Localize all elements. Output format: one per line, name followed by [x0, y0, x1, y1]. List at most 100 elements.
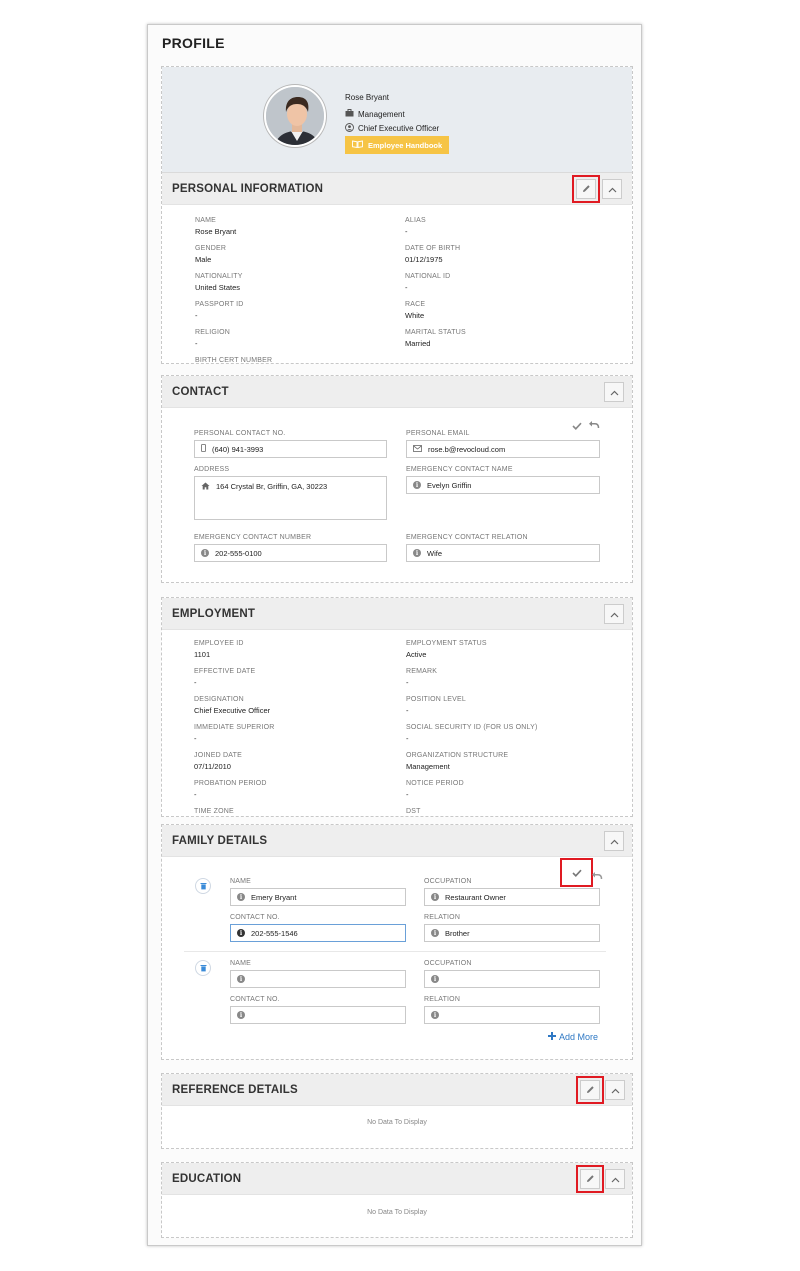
chevron-up-icon — [610, 383, 619, 401]
personal-collapse-button[interactable] — [602, 179, 622, 199]
employment-field-designation: DESIGNATION Chief Executive Officer — [194, 696, 271, 715]
book-icon — [352, 140, 363, 150]
emergency-name-input[interactable]: i Evelyn Griffin — [406, 476, 600, 494]
emergency-name-value: Evelyn Griffin — [427, 480, 472, 490]
family-member-2-contact-input[interactable]: i — [230, 1006, 406, 1024]
envelope-icon — [413, 444, 422, 454]
personal-field-marital: MARITAL STATUS Married — [405, 329, 466, 348]
family-member-2-occupation-label: OCCUPATION — [424, 960, 472, 967]
family-member-2-relation-input[interactable]: i — [424, 1006, 600, 1024]
info-icon: i — [431, 929, 439, 937]
employment-field-superior: IMMEDIATE SUPERIOR - — [194, 724, 275, 743]
contact-header: CONTACT — [162, 376, 632, 408]
employment-field-dst: DST — [406, 808, 421, 815]
family-save-button[interactable] — [560, 858, 593, 887]
employment-card: EMPLOYMENT EMPLOYEE ID 1101 EMPLOYMENT S… — [161, 597, 633, 817]
profile-designation-text: Chief Executive Officer — [358, 124, 440, 133]
employment-field-notice: NOTICE PERIOD - — [406, 780, 464, 799]
emergency-name-label: EMERGENCY CONTACT NAME — [406, 466, 513, 473]
reference-edit-button[interactable] — [576, 1076, 604, 1104]
family-member-1-contact-input[interactable]: i 202-555-1546 — [230, 924, 406, 942]
info-icon: i — [413, 481, 421, 489]
profile-department-text: Management — [358, 109, 405, 119]
family-member-2-delete-button[interactable] — [195, 960, 211, 976]
info-icon: i — [431, 1011, 439, 1019]
avatar — [264, 85, 326, 147]
personal-card: Rose Bryant Management Chief Executive O… — [161, 66, 633, 364]
emergency-relation-value: Wife — [427, 548, 442, 558]
family-member-1-contact-label: CONTACT NO. — [230, 914, 280, 921]
personal-email-input[interactable]: rose.b@revocloud.com — [406, 440, 600, 458]
education-header: EDUCATION — [162, 1163, 632, 1195]
plus-icon — [548, 1032, 556, 1042]
family-member-1-contact-value: 202-555-1546 — [251, 928, 298, 938]
education-edit-button[interactable] — [576, 1165, 604, 1193]
pencil-icon — [586, 1170, 595, 1188]
emergency-number-label: EMERGENCY CONTACT NUMBER — [194, 534, 312, 541]
personal-title: PERSONAL INFORMATION — [172, 182, 324, 195]
education-title: EDUCATION — [172, 1172, 242, 1185]
personal-field-gender: GENDER Male — [195, 245, 227, 264]
reference-collapse-button[interactable] — [605, 1080, 625, 1100]
user-circle-icon — [345, 123, 354, 134]
personal-contact-label: PERSONAL CONTACT NO. — [194, 430, 286, 437]
employment-collapse-button[interactable] — [604, 604, 624, 624]
family-member-2-name-label: NAME — [230, 960, 252, 967]
education-card: EDUCATION No Data To Display — [161, 1162, 633, 1238]
contact-save-icon[interactable] — [572, 417, 582, 435]
family-member-1-occupation-input[interactable]: i Restaurant Owner — [424, 888, 600, 906]
profile-department: Management — [345, 109, 405, 119]
emergency-number-value: 202-555-0100 — [215, 548, 262, 558]
home-icon — [201, 482, 210, 492]
profile-name: Rose Bryant — [345, 93, 390, 102]
info-icon: i — [237, 929, 245, 937]
family-member-1-name-label: NAME — [230, 878, 252, 885]
employment-field-status: EMPLOYMENT STATUS Active — [406, 640, 487, 659]
family-card: FAMILY DETAILS NAME i Emery Bryant OCCUP… — [161, 824, 633, 1060]
family-member-2-name-input[interactable]: i — [230, 970, 406, 988]
education-collapse-button[interactable] — [605, 1169, 625, 1189]
personal-field-race: RACE White — [405, 301, 426, 320]
family-member-1-relation-value: Brother — [445, 928, 470, 938]
reference-empty-message: No Data To Display — [367, 1119, 427, 1126]
personal-header: PERSONAL INFORMATION — [162, 173, 632, 205]
add-more-link[interactable]: Add More — [548, 1032, 598, 1042]
family-member-2-contact-label: CONTACT NO. — [230, 996, 280, 1003]
address-input[interactable]: 164 Crystal Br, Griffin, GA, 30223 — [194, 476, 387, 520]
employment-field-position-level: POSITION LEVEL - — [406, 696, 466, 715]
education-empty-message: No Data To Display — [367, 1209, 427, 1216]
contact-undo-icon[interactable] — [588, 416, 600, 434]
address-value: 164 Crystal Br, Griffin, GA, 30223 — [216, 482, 328, 491]
employment-title: EMPLOYMENT — [172, 607, 256, 620]
personal-field-name: NAME Rose Bryant — [195, 217, 237, 236]
personal-field-alias: ALIAS - — [405, 217, 426, 236]
personal-edit-button[interactable] — [572, 175, 600, 203]
reference-header: REFERENCE DETAILS — [162, 1074, 632, 1106]
family-undo-icon[interactable] — [591, 867, 603, 885]
contact-card: CONTACT PERSONAL CONTACT NO. (640) 941-3… — [161, 375, 633, 583]
reference-card: REFERENCE DETAILS No Data To Display — [161, 1073, 633, 1149]
family-collapse-button[interactable] — [604, 831, 624, 851]
profile-designation: Chief Executive Officer — [345, 123, 439, 134]
contact-collapse-button[interactable] — [604, 382, 624, 402]
family-member-1-delete-button[interactable] — [195, 878, 211, 894]
info-icon: i — [237, 893, 245, 901]
employee-handbook-button[interactable]: Employee Handbook — [345, 136, 450, 154]
pencil-icon — [582, 180, 591, 198]
emergency-number-input[interactable]: i 202-555-0100 — [194, 544, 387, 562]
add-more-label: Add More — [559, 1032, 599, 1042]
family-member-1-relation-input[interactable]: i Brother — [424, 924, 600, 942]
chevron-up-icon — [611, 1170, 620, 1188]
info-icon: i — [237, 975, 245, 983]
personal-field-religion: RELIGION - — [195, 329, 231, 348]
employment-field-effective-date: EFFECTIVE DATE - — [194, 668, 256, 687]
personal-email-label: PERSONAL EMAIL — [406, 430, 470, 437]
family-member-2-relation-label: RELATION — [424, 996, 461, 1003]
chevron-up-icon — [610, 605, 619, 623]
emergency-relation-input[interactable]: i Wife — [406, 544, 600, 562]
family-member-1-name-input[interactable]: i Emery Bryant — [230, 888, 406, 906]
family-member-2-occupation-input[interactable]: i — [424, 970, 600, 988]
personal-field-national-id: NATIONAL ID - — [405, 273, 451, 292]
personal-contact-input[interactable]: (640) 941-3993 — [194, 440, 387, 458]
trash-icon — [200, 959, 207, 977]
